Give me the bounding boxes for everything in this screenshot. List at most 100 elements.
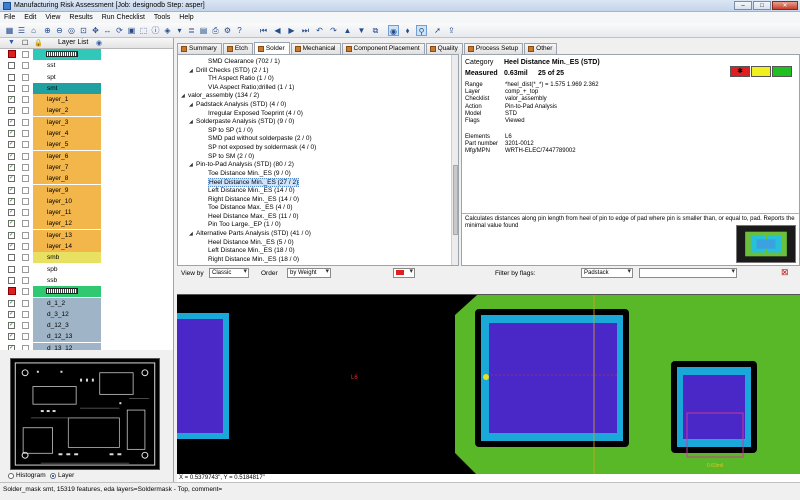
layer-visible-checkbox[interactable]: ✓ <box>8 197 15 205</box>
tree-item[interactable]: Right Distance Min._ES (14 / 0) <box>208 196 299 203</box>
layer-row[interactable]: smt <box>0 82 173 95</box>
tree-item[interactable]: TH Aspect Ratio (1 / 0) <box>208 75 274 82</box>
layer-row[interactable]: ✓ layer_7 <box>0 161 173 174</box>
layer-visible-checkbox[interactable]: ✓ <box>8 243 15 251</box>
tab-other[interactable]: Other <box>524 43 558 54</box>
tree-item[interactable]: Solderpaste Analysis (STD) (9 / 0) <box>196 118 294 125</box>
layer-row[interactable]: sst <box>0 60 173 72</box>
help-icon[interactable]: ? <box>234 25 245 36</box>
settings-icon[interactable]: ⚙ <box>222 25 233 36</box>
layer-visible-checkbox[interactable]: ✓ <box>8 118 15 126</box>
layer-visible-checkbox[interactable]: ✓ <box>8 175 15 183</box>
layer-visible-checkbox[interactable]: ✓ <box>8 141 15 149</box>
pan-icon[interactable]: ✥ <box>90 25 101 36</box>
menu-results[interactable]: Results <box>69 14 92 21</box>
layer-visible-checkbox[interactable] <box>8 254 15 262</box>
layer-row[interactable]: ✓ layer_8 <box>0 173 173 185</box>
grid-icon[interactable]: ▦ <box>4 25 15 36</box>
tree-item[interactable]: Toe Distance Min._ES (9 / 0) <box>208 170 291 177</box>
layer-row[interactable]: ✓ layer_3 <box>0 116 173 129</box>
color-select[interactable] <box>393 268 415 278</box>
layer-visible-checkbox[interactable]: ✓ <box>8 163 15 171</box>
extra-filter-select[interactable] <box>639 268 737 278</box>
tab-component-placement[interactable]: Component Placement <box>341 43 425 54</box>
layer-visible-checkbox[interactable]: ✓ <box>8 209 15 217</box>
next-icon[interactable]: ▶ <box>286 25 297 36</box>
expand-arrow-icon[interactable]: ◢ <box>189 102 193 108</box>
tree-item[interactable]: Alternative Parts Analysis (STD) (41 / 0… <box>196 230 311 237</box>
layer-select-checkbox[interactable] <box>22 130 29 138</box>
layer-row[interactable]: ✓ layer_11 <box>0 207 173 219</box>
view-eye-icon[interactable]: ◉ <box>388 25 399 36</box>
layer-row[interactable]: ✓ layer_4 <box>0 128 173 140</box>
tree-item[interactable]: Heel Distance Min._ES (5 / 0) <box>208 239 294 246</box>
close-button[interactable]: ✕ <box>772 1 798 10</box>
layer-select-checkbox[interactable] <box>22 163 29 171</box>
layer-visible-checkbox[interactable] <box>8 73 15 81</box>
order-select[interactable]: by Weight <box>287 268 331 278</box>
probe-icon[interactable]: ⚲ <box>416 25 427 36</box>
layer-row[interactable]: ✓ layer_13 <box>0 229 173 242</box>
layer-visible-checkbox[interactable]: ✓ <box>8 130 15 138</box>
refresh-icon[interactable]: ⟳ <box>114 25 125 36</box>
layer-select-checkbox[interactable] <box>22 333 29 341</box>
tree-item[interactable]: SP not exposed by soldermask (4 / 0) <box>208 144 316 151</box>
zoom-fit-icon[interactable]: ◎ <box>66 25 77 36</box>
tree-scroll-thumb[interactable] <box>453 165 458 235</box>
layer-row[interactable]: smb <box>0 252 173 264</box>
menu-file[interactable]: File <box>4 14 15 21</box>
tree-item[interactable]: SP to SP (1 / 0) <box>208 127 253 134</box>
layer-select-checkbox[interactable] <box>22 299 29 307</box>
layer-select-checkbox[interactable] <box>22 276 29 284</box>
select-icon[interactable]: ⬚ <box>138 25 149 36</box>
export-icon[interactable]: ⇪ <box>446 25 457 36</box>
tree-item[interactable]: Heel Distance Max._ES (11 / 0) <box>208 213 299 220</box>
layer-row[interactable]: ✓ layer_6 <box>0 150 173 162</box>
expand-arrow-icon[interactable]: ◢ <box>189 68 193 74</box>
layer-visible-checkbox[interactable]: ✓ <box>8 152 15 160</box>
layer-select-checkbox[interactable] <box>22 107 29 115</box>
layer-visible-checkbox[interactable]: ✓ <box>8 333 15 341</box>
expand-arrow-icon[interactable]: ◢ <box>189 162 193 168</box>
tree-item[interactable]: SMD Clearance (702 / 1) <box>208 58 280 65</box>
last-icon[interactable]: ⏭ <box>300 25 311 36</box>
layer-visible-checkbox[interactable] <box>8 265 15 273</box>
layer-row[interactable]: ✓ d_3_12 <box>0 308 173 321</box>
home-icon[interactable]: ⌂ <box>28 25 39 36</box>
tree-item[interactable]: Toe Distance Max._ES (4 / 0) <box>208 204 293 211</box>
active-layer-marker[interactable] <box>8 287 16 296</box>
layer-select-checkbox[interactable] <box>22 322 29 330</box>
tab-etch[interactable]: Etch <box>222 43 253 54</box>
prev-icon[interactable]: ◀ <box>272 25 283 36</box>
zoom-in-icon[interactable]: ⊕ <box>42 25 53 36</box>
info-icon[interactable]: ⓘ <box>150 25 161 36</box>
save-icon[interactable]: ▣ <box>126 25 137 36</box>
layer-visible-checkbox[interactable]: ✓ <box>8 322 15 330</box>
up-icon[interactable]: ▲ <box>342 25 353 36</box>
layer-select-checkbox[interactable] <box>22 73 29 81</box>
tab-summary[interactable]: Summary <box>177 43 222 54</box>
layer-row[interactable]: ✓ layer_10 <box>0 195 173 208</box>
histogram-radio[interactable] <box>8 472 14 479</box>
layer-select-checkbox[interactable] <box>22 96 29 104</box>
layer-select-checkbox[interactable] <box>22 243 29 251</box>
tree-item[interactable]: SMD pad without solderpaste (2 / 0) <box>208 135 312 142</box>
layer-select-checkbox[interactable] <box>22 310 29 318</box>
tab-solder[interactable]: Solder <box>253 42 290 54</box>
menu-view[interactable]: View <box>45 14 60 21</box>
layer-visible-checkbox[interactable]: ✓ <box>8 107 15 115</box>
tree-item[interactable]: valor_assembly (134 / 2) <box>188 92 259 99</box>
tree-item[interactable]: Left Distance Min._ES (14 / 0) <box>208 187 295 194</box>
menu-run-checklist[interactable]: Run Checklist <box>102 14 145 21</box>
layer-select-checkbox[interactable] <box>22 186 29 194</box>
print-icon[interactable]: ⎙ <box>210 25 221 36</box>
layer-row[interactable]: ssb <box>0 274 173 287</box>
layer-select-checkbox[interactable] <box>22 265 29 273</box>
pcb-view[interactable]: L6 0.63mil <box>177 295 800 474</box>
histogram-option[interactable]: Histogram <box>8 472 46 479</box>
layer-row[interactable] <box>0 49 173 61</box>
window-icon[interactable]: ⧉ <box>370 25 381 36</box>
layer-row[interactable]: ✓ d_12_13 <box>0 331 173 343</box>
layer-visible-checkbox[interactable] <box>8 62 15 70</box>
zoom-out-icon[interactable]: ⊖ <box>54 25 65 36</box>
